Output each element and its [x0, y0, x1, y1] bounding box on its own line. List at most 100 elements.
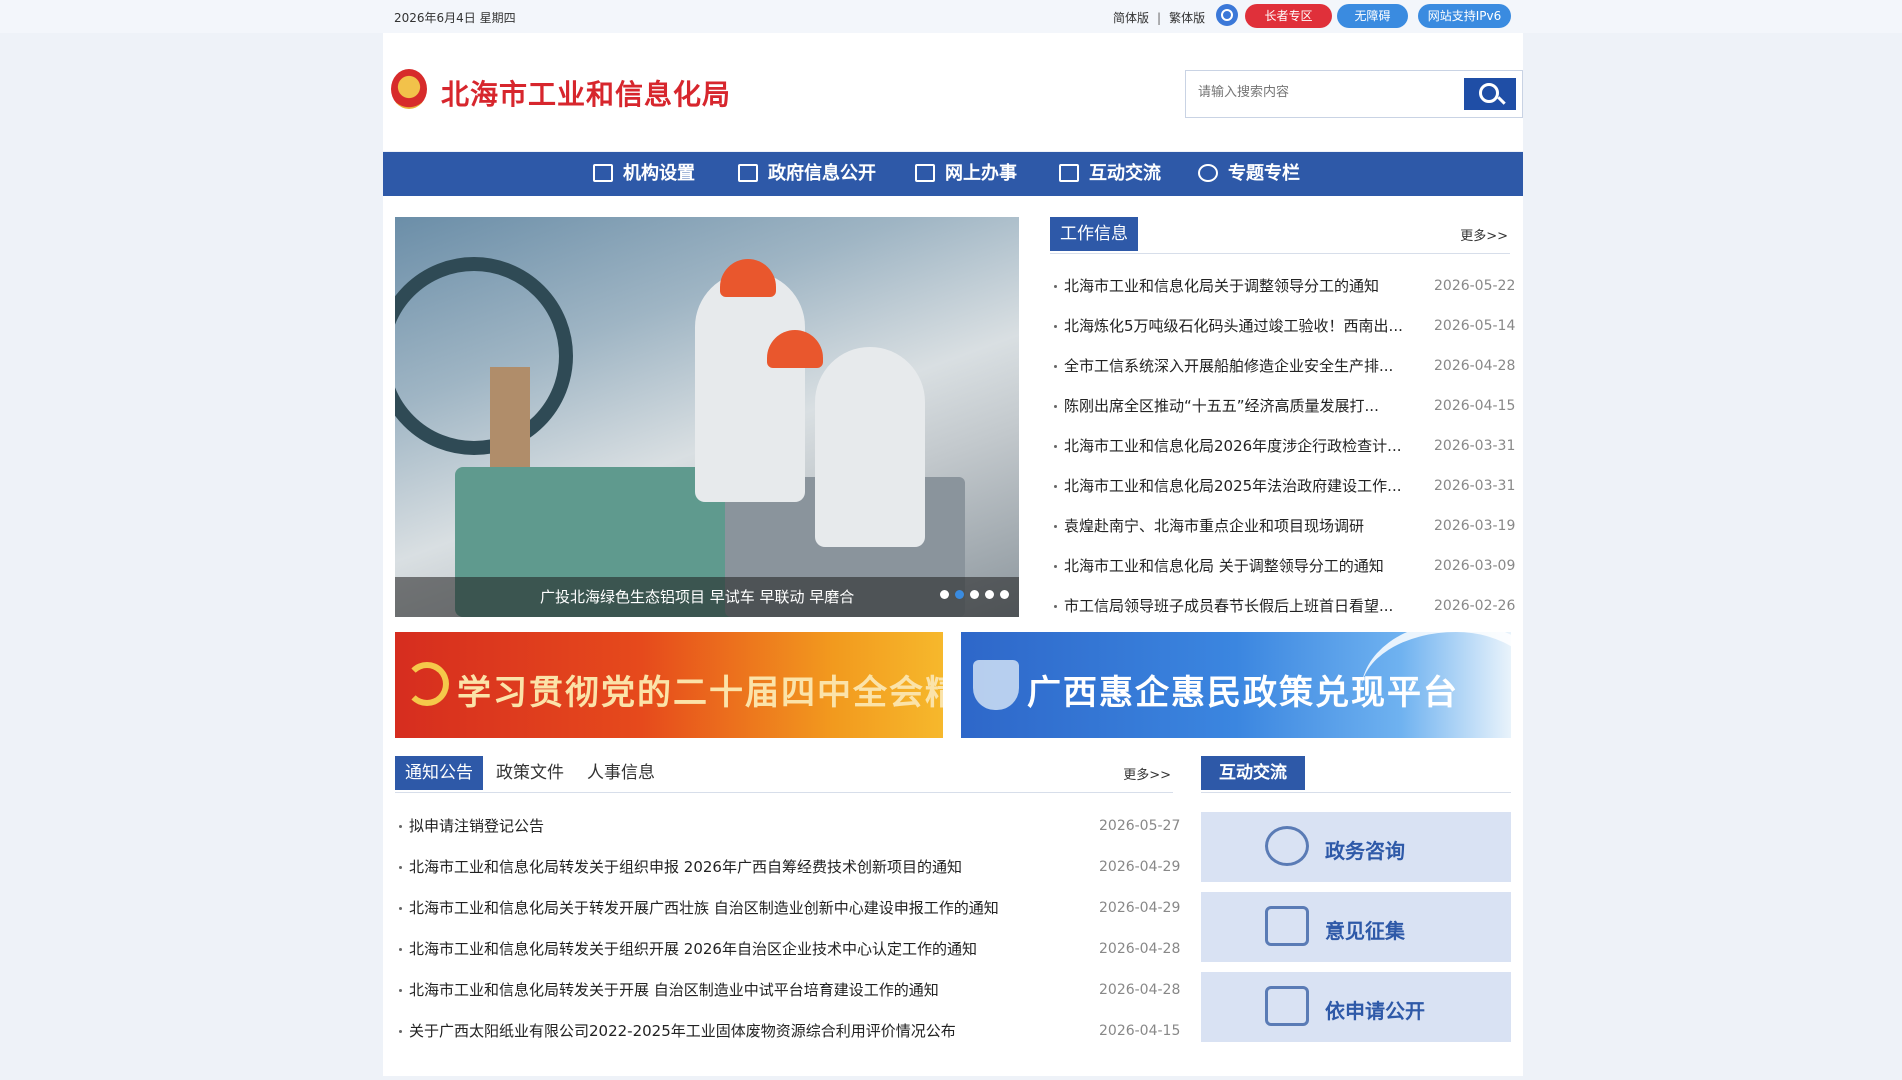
list-item[interactable]: 北海市工业和信息化局转发关于开展 自治区制造业中试平台培育建设工作的通知 2026…	[399, 980, 1180, 1000]
item-date: 2026-04-29	[1099, 900, 1181, 916]
item-date: 2026-04-15	[1434, 398, 1516, 414]
hammer-sickle-icon	[405, 662, 449, 706]
nav-label: 机构设置	[623, 163, 695, 184]
slider-dot[interactable]	[955, 590, 964, 599]
slider-dot[interactable]	[970, 590, 979, 599]
notice-tabs-header: 通知公告 政策文件 人事信息 更多>>	[395, 756, 1173, 793]
accessibility-button[interactable]: 无障碍	[1337, 4, 1408, 28]
party-study-banner[interactable]: 学习贯彻党的二十届四中全会精神	[395, 632, 943, 738]
bullet	[1054, 325, 1057, 328]
print-icon	[915, 164, 935, 182]
item-title[interactable]: 市工信局领导班子成员春节长假后上班首日看望...	[1064, 596, 1393, 616]
slider-dot[interactable]	[985, 590, 994, 599]
button-label: 政务咨询	[1325, 839, 1405, 863]
bullet	[1054, 405, 1057, 408]
work-info-title[interactable]: 工作信息	[1050, 217, 1138, 251]
list-item[interactable]: 北海市工业和信息化局转发关于组织申报 2026年广西自筹经费技术创新项目的通知 2…	[399, 857, 1180, 877]
item-title[interactable]: 陈刚出席全区推动“十五五”经济高质量发展打...	[1064, 396, 1379, 416]
nav-item-org[interactable]: 机构设置	[593, 152, 695, 196]
list-item[interactable]: 北海市工业和信息化局2026年度涉企行政检查计... 2026-03-31	[1054, 436, 1515, 456]
tab-notices[interactable]: 通知公告	[395, 756, 483, 790]
item-title[interactable]: 北海市工业和信息化局2026年度涉企行政检查计...	[1064, 436, 1401, 456]
opinion-collection-button[interactable]: 意见征集	[1201, 892, 1511, 962]
item-title[interactable]: 北海市工业和信息化局关于调整领导分工的通知	[1064, 276, 1379, 296]
nav-item-special-topics[interactable]: 专题专栏	[1198, 152, 1300, 196]
list-item[interactable]: 北海炼化5万吨级石化码头通过竣工验收！西南出... 2026-05-14	[1054, 316, 1515, 336]
bullet	[1054, 565, 1057, 568]
search-input[interactable]	[1196, 84, 1460, 101]
chat-bubble-icon	[1198, 164, 1218, 182]
search-button[interactable]	[1464, 78, 1516, 110]
item-date: 2026-03-19	[1434, 518, 1516, 534]
ipv6-badge[interactable]: 网站支持IPv6	[1418, 4, 1511, 28]
helmet	[720, 259, 776, 297]
list-item[interactable]: 袁煌赴南宁、北海市重点企业和项目现场调研 2026-03-19	[1054, 516, 1515, 536]
bullet	[399, 866, 402, 869]
list-item[interactable]: 北海市工业和信息化局关于调整领导分工的通知 2026-05-22	[1054, 276, 1515, 296]
nav-item-gov-info[interactable]: 政府信息公开	[738, 152, 876, 196]
list-item[interactable]: 陈刚出席全区推动“十五五”经济高质量发展打... 2026-04-15	[1054, 396, 1515, 416]
shield-icon	[973, 660, 1019, 710]
list-item[interactable]: 北海市工业和信息化局 关于调整领导分工的通知 2026-03-09	[1054, 556, 1515, 576]
item-title[interactable]: 关于广西太阳纸业有限公司2022-2025年工业固体废物资源综合利用评价情况公布	[409, 1022, 956, 1040]
item-date: 2026-04-28	[1099, 941, 1181, 957]
gov-consultation-button[interactable]: 政务咨询	[1201, 812, 1511, 882]
main-nav: 机构设置 政府信息公开 网上办事 互动交流 专题专栏	[383, 152, 1523, 196]
interaction-title[interactable]: 互动交流	[1201, 756, 1305, 790]
bullet	[399, 907, 402, 910]
news-slider[interactable]: 广投北海绿色生态铝项目 早试车 早联动 早磨合	[395, 217, 1019, 617]
slider-caption[interactable]: 广投北海绿色生态铝项目 早试车 早联动 早磨合	[540, 586, 854, 607]
home-icon	[593, 164, 613, 182]
site-header: 北海市工业和信息化局	[383, 33, 1523, 151]
elder-zone-button[interactable]: 长者专区	[1245, 4, 1332, 28]
item-title[interactable]: 北海市工业和信息化局关于转发开展广西壮族 自治区制造业创新中心建设申报工作的通知	[409, 899, 999, 917]
item-title[interactable]: 全市工信系统深入开展船舶修造企业安全生产排...	[1064, 356, 1393, 376]
work-info-header: 工作信息 更多>>	[1050, 217, 1510, 254]
policy-platform-banner[interactable]: 广西惠企惠民政策兑现平台	[961, 632, 1511, 738]
item-title[interactable]: 北海市工业和信息化局 关于调整领导分工的通知	[1064, 556, 1384, 576]
language-switcher: 简体版 | 繁体版	[1113, 9, 1205, 26]
item-title[interactable]: 拟申请注销登记公告	[409, 817, 544, 835]
button-label: 意见征集	[1325, 919, 1405, 943]
item-title[interactable]: 北海市工业和信息化局转发关于组织申报 2026年广西自筹经费技术创新项目的通知	[409, 858, 962, 876]
accessibility-icon[interactable]	[1216, 4, 1238, 26]
nav-item-interaction[interactable]: 互动交流	[1059, 152, 1161, 196]
item-date: 2026-04-29	[1099, 859, 1181, 875]
item-title[interactable]: 北海市工业和信息化局转发关于开展 自治区制造业中试平台培育建设工作的通知	[409, 981, 939, 999]
item-title[interactable]: 北海市工业和信息化局转发关于组织开展 2026年自治区企业技术中心认定工作的通知	[409, 940, 977, 958]
list-item[interactable]: 北海市工业和信息化局2025年法治政府建设工作... 2026-03-31	[1054, 476, 1515, 496]
envelope-icon	[1265, 826, 1309, 866]
traditional-chinese-link[interactable]: 繁体版	[1169, 11, 1205, 25]
item-title[interactable]: 北海市工业和信息化局2025年法治政府建设工作...	[1064, 476, 1401, 496]
item-date: 2026-03-31	[1434, 478, 1516, 494]
tab-personnel-info[interactable]: 人事信息	[587, 756, 655, 790]
disclosure-request-button[interactable]: 依申请公开	[1201, 972, 1511, 1042]
list-item[interactable]: 市工信局领导班子成员春节长假后上班首日看望... 2026-02-26	[1054, 596, 1515, 616]
item-date: 2026-04-15	[1099, 1023, 1181, 1039]
list-item[interactable]: 拟申请注销登记公告 2026-05-27	[399, 816, 1180, 836]
tab-policy-documents[interactable]: 政策文件	[496, 756, 564, 790]
item-title[interactable]: 北海炼化5万吨级石化码头通过竣工验收！西南出...	[1064, 316, 1403, 336]
message-icon	[1265, 986, 1309, 1026]
top-utility-bar: 2026年6月4日 星期四 简体版 | 繁体版 长者专区 无障碍 网站支持IPv6	[0, 0, 1902, 33]
slider-dots	[934, 584, 1009, 603]
list-item[interactable]: 北海市工业和信息化局关于转发开展广西壮族 自治区制造业创新中心建设申报工作的通知…	[399, 898, 1180, 918]
list-item[interactable]: 关于广西太阳纸业有限公司2022-2025年工业固体废物资源综合利用评价情况公布…	[399, 1021, 1180, 1041]
list-item[interactable]: 北海市工业和信息化局转发关于组织开展 2026年自治区企业技术中心认定工作的通知…	[399, 939, 1180, 959]
item-date: 2026-05-27	[1099, 818, 1181, 834]
work-info-more-link[interactable]: 更多>>	[1460, 225, 1508, 244]
button-label: 依申请公开	[1325, 999, 1425, 1023]
item-title[interactable]: 袁煌赴南宁、北海市重点企业和项目现场调研	[1064, 516, 1364, 536]
notices-more-link[interactable]: 更多>>	[1123, 764, 1171, 783]
nav-item-online-services[interactable]: 网上办事	[915, 152, 1017, 196]
national-emblem-icon	[391, 69, 427, 109]
banner-text: 学习贯彻党的二十届四中全会精神	[457, 673, 943, 713]
item-date: 2026-04-28	[1434, 358, 1516, 374]
interaction-header: 互动交流	[1201, 756, 1511, 793]
simplified-chinese-link[interactable]: 简体版	[1113, 11, 1149, 25]
bullet	[1054, 605, 1057, 608]
slider-dot[interactable]	[1000, 590, 1009, 599]
slider-dot[interactable]	[940, 590, 949, 599]
site-title[interactable]: 北海市工业和信息化局	[441, 73, 731, 113]
list-item[interactable]: 全市工信系统深入开展船舶修造企业安全生产排... 2026-04-28	[1054, 356, 1515, 376]
